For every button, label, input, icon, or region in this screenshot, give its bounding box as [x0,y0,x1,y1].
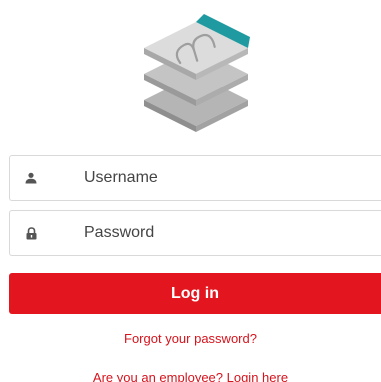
user-icon [24,171,38,185]
username-field [9,155,381,201]
username-input[interactable] [84,156,364,200]
employee-login-link[interactable]: Are you an employee? Login here [0,370,381,382]
forgot-password-link[interactable]: Forgot your password? [0,331,381,346]
stack-logo-icon [144,14,250,132]
login-button[interactable]: Log in [9,273,381,314]
login-page: Log in Forgot your password? Are you an … [0,0,381,382]
password-field [9,210,381,256]
lock-icon [24,226,38,240]
password-input[interactable] [84,211,364,255]
